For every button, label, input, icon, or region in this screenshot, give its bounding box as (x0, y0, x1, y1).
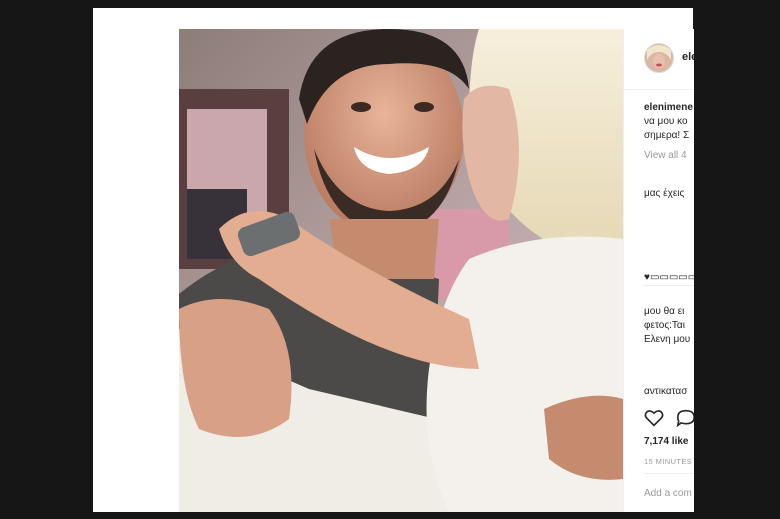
caption-line-2: σημερα! Σ (644, 130, 690, 141)
add-comment-input[interactable]: Add a com (644, 487, 692, 500)
comment-icon[interactable] (676, 409, 694, 432)
caption-username[interactable]: elenimene (644, 101, 693, 114)
profile-avatar[interactable] (644, 43, 674, 73)
comment-3-line-2: φετος:Ται (644, 320, 685, 331)
comment-2-dashes: ▭▭▭▭▭ (649, 272, 694, 283)
username-link[interactable]: elenimene (682, 51, 694, 63)
header-divider (624, 89, 694, 90)
view-all-comments-link[interactable]: View all 4 (644, 149, 687, 162)
comment-2: ♥▭▭▭▭▭ (644, 271, 694, 284)
likes-count[interactable]: 7,174 like (644, 435, 688, 448)
post-timestamp: 15 MINUTES (644, 457, 693, 466)
comment-1: μας έχεις (644, 188, 685, 199)
post-photo[interactable] (179, 29, 623, 512)
comment-3-line-1: μου θα ει (644, 306, 685, 317)
post-sidebar: elenimene elenimene να μου κο σημερα! Σ … (623, 29, 694, 512)
heart-icon[interactable] (644, 409, 664, 432)
comment-box-divider (644, 473, 694, 474)
comment-4: αντικατασ (644, 386, 688, 397)
comment-3-line-3: Ελενη μου (644, 334, 691, 345)
comment-divider (644, 285, 694, 286)
caption-line-1: να μου κο (644, 116, 688, 127)
